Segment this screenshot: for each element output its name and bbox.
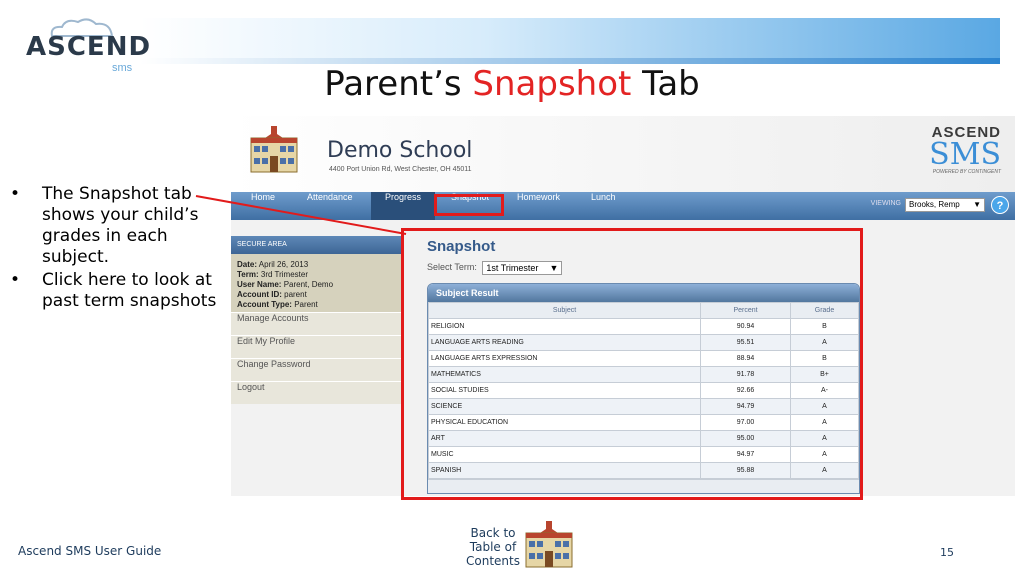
back-link-text: Back to Table of Contents <box>466 526 520 568</box>
callout-arrow-icon <box>195 195 407 235</box>
school-building-icon <box>525 521 573 568</box>
page-number: 15 <box>940 546 954 559</box>
back-to-contents-link[interactable]: Back to Table of Contents <box>464 520 584 574</box>
footer-guide-title: Ascend SMS User Guide <box>18 544 162 558</box>
